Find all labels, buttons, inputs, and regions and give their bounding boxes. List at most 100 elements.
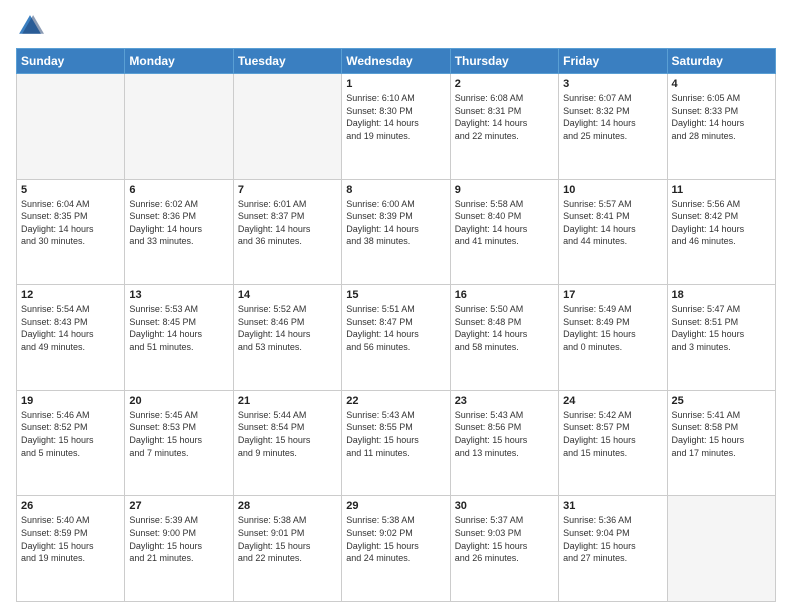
weekday-thursday: Thursday — [450, 49, 558, 74]
day-number: 27 — [129, 500, 228, 512]
day-cell-20: 20 Sunrise: 5:45 AM Sunset: 8:53 PM Dayli… — [125, 390, 233, 496]
day-cell-14: 14 Sunrise: 5:52 AM Sunset: 8:46 PM Dayli… — [233, 285, 341, 391]
header — [16, 12, 776, 40]
day-info: Sunrise: 5:45 AM Sunset: 8:53 PM Dayligh… — [129, 409, 228, 459]
day-cell-15: 15Sunrise: 5:51 AM Sunset: 8:47 PM Dayli… — [342, 285, 450, 391]
day-number: 24 — [563, 395, 662, 407]
day-cell-18: 18 Sunrise: 5:47 AM Sunset: 8:51 PM Dayli… — [667, 285, 775, 391]
day-info: Sunrise: 5:44 AM Sunset: 8:54 PM Dayligh… — [238, 409, 337, 459]
day-cell-4: 4 Sunrise: 6:05 AM Sunset: 8:33 PM Daylig… — [667, 74, 775, 180]
week-row-4: 19 Sunrise: 5:46 AM Sunset: 8:52 PM Dayli… — [17, 390, 776, 496]
day-info: Sunrise: 5:38 AM Sunset: 9:02 PM Dayligh… — [346, 514, 445, 564]
day-cell-3: 3 Sunrise: 6:07 AM Sunset: 8:32 PM Daylig… — [559, 74, 667, 180]
page: SundayMondayTuesdayWednesdayThursdayFrid… — [0, 0, 792, 612]
day-number: 8 — [346, 184, 445, 196]
day-cell-21: 21 Sunrise: 5:44 AM Sunset: 8:54 PM Dayli… — [233, 390, 341, 496]
day-number: 14 — [238, 289, 337, 301]
week-row-2: 5Sunrise: 6:04 AM Sunset: 8:35 PM Daylig… — [17, 179, 776, 285]
day-info: Sunrise: 6:05 AM Sunset: 8:33 PM Dayligh… — [672, 92, 771, 142]
day-number: 3 — [563, 78, 662, 90]
weekday-header-row: SundayMondayTuesdayWednesdayThursdayFrid… — [17, 49, 776, 74]
day-info: Sunrise: 5:36 AM Sunset: 9:04 PM Dayligh… — [563, 514, 662, 564]
day-number: 15 — [346, 289, 445, 301]
day-info: Sunrise: 5:37 AM Sunset: 9:03 PM Dayligh… — [455, 514, 554, 564]
day-info: Sunrise: 5:40 AM Sunset: 8:59 PM Dayligh… — [21, 514, 120, 564]
day-number: 2 — [455, 78, 554, 90]
day-info: Sunrise: 6:00 AM Sunset: 8:39 PM Dayligh… — [346, 198, 445, 248]
day-number: 4 — [672, 78, 771, 90]
day-cell-9: 9Sunrise: 5:58 AM Sunset: 8:40 PM Daylig… — [450, 179, 558, 285]
day-info: Sunrise: 6:07 AM Sunset: 8:32 PM Dayligh… — [563, 92, 662, 142]
day-cell-10: 10 Sunrise: 5:57 AM Sunset: 8:41 PM Dayli… — [559, 179, 667, 285]
day-info: Sunrise: 5:46 AM Sunset: 8:52 PM Dayligh… — [21, 409, 120, 459]
day-info: Sunrise: 5:57 AM Sunset: 8:41 PM Dayligh… — [563, 198, 662, 248]
day-info: Sunrise: 5:52 AM Sunset: 8:46 PM Dayligh… — [238, 303, 337, 353]
day-number: 28 — [238, 500, 337, 512]
day-number: 10 — [563, 184, 662, 196]
day-cell-13: 13Sunrise: 5:53 AM Sunset: 8:45 PM Dayli… — [125, 285, 233, 391]
day-info: Sunrise: 5:53 AM Sunset: 8:45 PM Dayligh… — [129, 303, 228, 353]
day-number: 19 — [21, 395, 120, 407]
weekday-sunday: Sunday — [17, 49, 125, 74]
day-number: 12 — [21, 289, 120, 301]
day-cell-8: 8 Sunrise: 6:00 AM Sunset: 8:39 PM Daylig… — [342, 179, 450, 285]
day-number: 25 — [672, 395, 771, 407]
day-cell-27: 27Sunrise: 5:39 AM Sunset: 9:00 PM Dayli… — [125, 496, 233, 602]
day-cell-11: 11 Sunrise: 5:56 AM Sunset: 8:42 PM Dayli… — [667, 179, 775, 285]
day-number: 18 — [672, 289, 771, 301]
day-number: 20 — [129, 395, 228, 407]
weekday-wednesday: Wednesday — [342, 49, 450, 74]
day-info: Sunrise: 5:49 AM Sunset: 8:49 PM Dayligh… — [563, 303, 662, 353]
day-number: 16 — [455, 289, 554, 301]
day-number: 21 — [238, 395, 337, 407]
day-cell-19: 19 Sunrise: 5:46 AM Sunset: 8:52 PM Dayli… — [17, 390, 125, 496]
day-info: Sunrise: 5:43 AM Sunset: 8:55 PM Dayligh… — [346, 409, 445, 459]
day-cell-16: 16 Sunrise: 5:50 AM Sunset: 8:48 PM Dayli… — [450, 285, 558, 391]
weekday-saturday: Saturday — [667, 49, 775, 74]
day-info: Sunrise: 5:58 AM Sunset: 8:40 PM Dayligh… — [455, 198, 554, 248]
day-info: Sunrise: 5:38 AM Sunset: 9:01 PM Dayligh… — [238, 514, 337, 564]
logo-icon — [16, 12, 44, 40]
day-cell-1: 1Sunrise: 6:10 AM Sunset: 8:30 PM Daylig… — [342, 74, 450, 180]
day-number: 17 — [563, 289, 662, 301]
day-cell-30: 30 Sunrise: 5:37 AM Sunset: 9:03 PM Dayli… — [450, 496, 558, 602]
day-info: Sunrise: 5:54 AM Sunset: 8:43 PM Dayligh… — [21, 303, 120, 353]
day-cell-28: 28 Sunrise: 5:38 AM Sunset: 9:01 PM Dayli… — [233, 496, 341, 602]
day-cell-26: 26 Sunrise: 5:40 AM Sunset: 8:59 PM Dayli… — [17, 496, 125, 602]
day-cell-12: 12 Sunrise: 5:54 AM Sunset: 8:43 PM Dayli… — [17, 285, 125, 391]
day-number: 30 — [455, 500, 554, 512]
weekday-friday: Friday — [559, 49, 667, 74]
empty-cell — [125, 74, 233, 180]
day-number: 6 — [129, 184, 228, 196]
day-cell-24: 24 Sunrise: 5:42 AM Sunset: 8:57 PM Dayli… — [559, 390, 667, 496]
day-cell-31: 31 Sunrise: 5:36 AM Sunset: 9:04 PM Dayli… — [559, 496, 667, 602]
day-number: 22 — [346, 395, 445, 407]
day-number: 26 — [21, 500, 120, 512]
day-info: Sunrise: 5:50 AM Sunset: 8:48 PM Dayligh… — [455, 303, 554, 353]
day-number: 7 — [238, 184, 337, 196]
day-number: 11 — [672, 184, 771, 196]
day-info: Sunrise: 6:02 AM Sunset: 8:36 PM Dayligh… — [129, 198, 228, 248]
day-cell-6: 6 Sunrise: 6:02 AM Sunset: 8:36 PM Daylig… — [125, 179, 233, 285]
weekday-monday: Monday — [125, 49, 233, 74]
day-number: 23 — [455, 395, 554, 407]
day-info: Sunrise: 6:04 AM Sunset: 8:35 PM Dayligh… — [21, 198, 120, 248]
day-info: Sunrise: 5:42 AM Sunset: 8:57 PM Dayligh… — [563, 409, 662, 459]
day-info: Sunrise: 6:01 AM Sunset: 8:37 PM Dayligh… — [238, 198, 337, 248]
calendar-table: SundayMondayTuesdayWednesdayThursdayFrid… — [16, 48, 776, 602]
day-cell-25: 25Sunrise: 5:41 AM Sunset: 8:58 PM Dayli… — [667, 390, 775, 496]
day-cell-17: 17 Sunrise: 5:49 AM Sunset: 8:49 PM Dayli… — [559, 285, 667, 391]
day-cell-5: 5Sunrise: 6:04 AM Sunset: 8:35 PM Daylig… — [17, 179, 125, 285]
day-number: 31 — [563, 500, 662, 512]
week-row-5: 26 Sunrise: 5:40 AM Sunset: 8:59 PM Dayli… — [17, 496, 776, 602]
day-info: Sunrise: 5:56 AM Sunset: 8:42 PM Dayligh… — [672, 198, 771, 248]
day-cell-23: 23Sunrise: 5:43 AM Sunset: 8:56 PM Dayli… — [450, 390, 558, 496]
day-cell-7: 7 Sunrise: 6:01 AM Sunset: 8:37 PM Daylig… — [233, 179, 341, 285]
day-info: Sunrise: 5:47 AM Sunset: 8:51 PM Dayligh… — [672, 303, 771, 353]
logo — [16, 12, 48, 40]
week-row-3: 12 Sunrise: 5:54 AM Sunset: 8:43 PM Dayli… — [17, 285, 776, 391]
day-cell-29: 29Sunrise: 5:38 AM Sunset: 9:02 PM Dayli… — [342, 496, 450, 602]
day-number: 1 — [346, 78, 445, 90]
day-cell-2: 2Sunrise: 6:08 AM Sunset: 8:31 PM Daylig… — [450, 74, 558, 180]
week-row-1: 1Sunrise: 6:10 AM Sunset: 8:30 PM Daylig… — [17, 74, 776, 180]
